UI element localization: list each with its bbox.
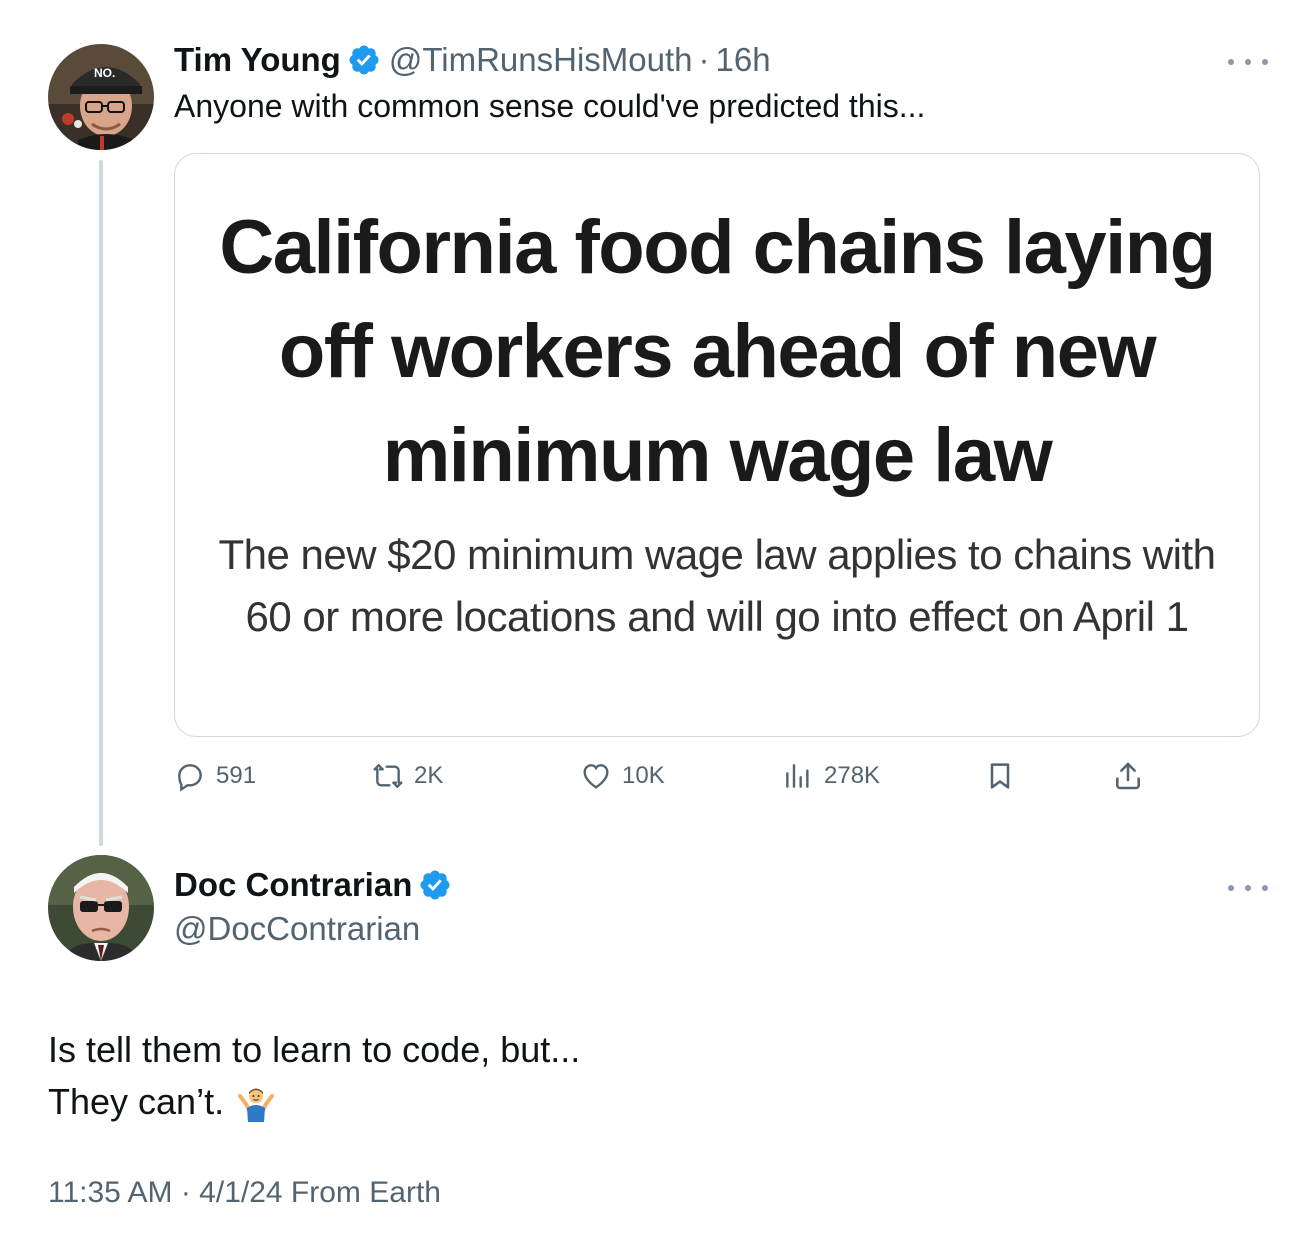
repost-count: 2K <box>414 762 444 789</box>
views-count: 278K <box>824 762 881 789</box>
bookmark-button[interactable] <box>984 752 1016 800</box>
avatar-tim-young[interactable]: NO. <box>48 44 154 150</box>
share-icon <box>1112 760 1144 792</box>
reply-count: 591 <box>216 762 257 789</box>
tweet-text: Anyone with common sense could've predic… <box>174 88 926 124</box>
repost-button[interactable]: 2K <box>372 752 443 800</box>
like-button[interactable]: 10K <box>580 752 665 800</box>
repost-icon <box>372 760 404 792</box>
reply-text-line2: They can’t. <box>48 1081 225 1122</box>
bookmark-icon <box>984 760 1016 792</box>
card-subhead: The new $20 minimum wage law applies to … <box>218 531 1217 640</box>
tweet-actions: 591 2K 10K 278K <box>174 752 1174 800</box>
views-icon <box>782 760 814 792</box>
man-shrugging-icon <box>236 1082 276 1122</box>
tweet-thread: NO. Tim Young @TimRunsHisMouth · 16h Any… <box>0 0 1297 1240</box>
article-card[interactable]: California food chains laying off worker… <box>174 153 1260 737</box>
reply-text: Is tell them to learn to code, but... Th… <box>48 1024 580 1128</box>
views-button[interactable]: 278K <box>782 752 880 800</box>
more-icon[interactable] <box>1228 878 1268 898</box>
tweet-time[interactable]: 16h <box>716 41 771 79</box>
thread-connector-line <box>99 160 103 846</box>
like-icon <box>580 760 612 792</box>
reply-text-line1: Is tell them to learn to code, but... <box>48 1029 581 1070</box>
avatar-doc-contrarian[interactable] <box>48 855 154 961</box>
tweet-header: Tim Young @TimRunsHisMouth · 16h <box>174 38 771 82</box>
like-count: 10K <box>622 762 665 789</box>
verified-badge-icon <box>347 43 381 77</box>
verified-badge-icon <box>418 868 452 902</box>
reply-header: Doc Contrarian <box>174 866 460 904</box>
svg-text:NO.: NO. <box>94 66 115 80</box>
reply-timestamp[interactable]: 11:35 AM · 4/1/24 From Earth <box>48 1176 441 1210</box>
reply-author-name[interactable]: Doc Contrarian <box>174 866 412 904</box>
reply-icon <box>174 760 206 792</box>
separator-dot: · <box>698 41 710 78</box>
author-name[interactable]: Tim Young <box>174 41 341 79</box>
reply-button[interactable]: 591 <box>174 752 256 800</box>
card-headline: California food chains laying off worker… <box>219 205 1216 498</box>
author-handle[interactable]: @TimRunsHisMouth <box>389 41 693 79</box>
share-button[interactable] <box>1112 752 1144 800</box>
reply-author-handle[interactable]: @DocContrarian <box>174 910 420 948</box>
more-icon[interactable] <box>1228 52 1268 72</box>
reply-text-line2-row: They can’t. <box>48 1076 580 1128</box>
